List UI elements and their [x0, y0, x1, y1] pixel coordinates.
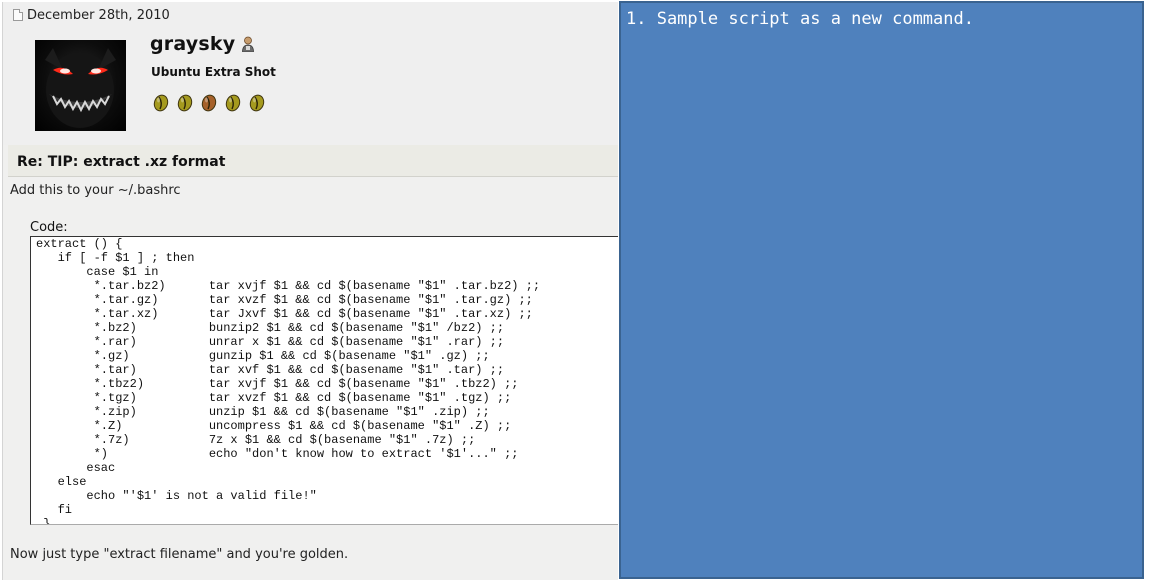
post-body: Add this to your ~/.bashrc Code: extract… — [3, 178, 618, 580]
username-link[interactable]: graysky — [150, 33, 235, 55]
username-row: graysky — [150, 33, 255, 55]
code-label: Code: — [30, 220, 68, 235]
post-title: Re: TIP: extract .xz format — [17, 154, 226, 170]
avatar[interactable] — [35, 40, 126, 131]
document-icon — [13, 9, 23, 21]
post-title-bar: Re: TIP: extract .xz format — [8, 145, 618, 177]
user-status-icon — [241, 36, 255, 53]
coffee-bean-icon — [177, 94, 193, 112]
avatar-image — [45, 48, 116, 128]
forum-post: December 28th, 2010 graysky Ubuntu Extra… — [2, 2, 618, 580]
code-content[interactable]: extract () { if [ -f $1 ] ; then case $1… — [31, 237, 618, 524]
annotation-panel: 1. Sample script as a new command. — [619, 1, 1144, 579]
coffee-bean-icon — [153, 94, 169, 112]
annotation-text: 1. Sample script as a new command. — [626, 9, 974, 29]
coffee-bean-icon — [201, 94, 217, 112]
coffee-bean-icon — [249, 94, 265, 112]
post-date: December 28th, 2010 — [27, 7, 170, 23]
user-title: Ubuntu Extra Shot — [151, 65, 276, 79]
code-block[interactable]: extract () { if [ -f $1 ] ; then case $1… — [30, 236, 618, 525]
post-outro-text: Now just type "extract filename" and you… — [10, 547, 349, 562]
post-intro-text: Add this to your ~/.bashrc — [10, 183, 181, 198]
screenshot-root: December 28th, 2010 graysky Ubuntu Extra… — [0, 0, 1149, 582]
post-date-row: December 28th, 2010 — [13, 7, 170, 23]
post-header: December 28th, 2010 graysky Ubuntu Extra… — [3, 2, 618, 145]
coffee-bean-icon — [225, 94, 241, 112]
rank-beans — [152, 94, 266, 112]
